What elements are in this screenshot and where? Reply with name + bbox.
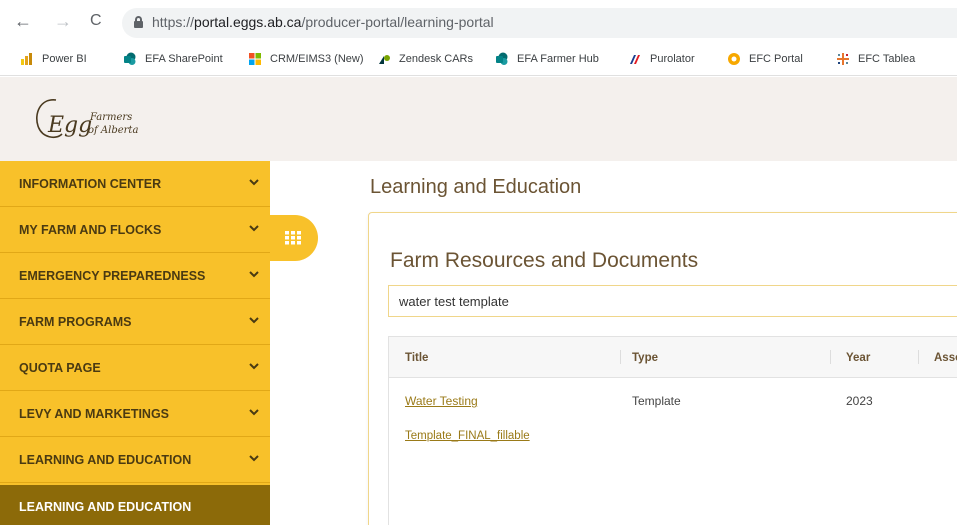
sidebar-item-label: QUOTA PAGE	[19, 361, 101, 375]
row-year: 2023	[846, 394, 873, 408]
card-title: Farm Resources and Documents	[390, 249, 699, 272]
tableau-icon	[837, 53, 849, 65]
chevron-down-icon	[249, 363, 259, 370]
sharepoint-icon	[496, 52, 508, 65]
search-input[interactable]	[388, 285, 957, 317]
column-separator	[620, 350, 621, 364]
chevron-down-icon	[249, 317, 259, 324]
url-text: https://portal.eggs.ab.ca/producer-porta…	[152, 14, 494, 30]
chevron-down-icon	[249, 225, 259, 232]
sharepoint-icon	[124, 52, 136, 65]
row-title-link[interactable]: Water Testing	[405, 394, 478, 408]
logo-text-line1: Farmers	[89, 112, 132, 123]
sidebar-item-label: LEARNING AND EDUCATION	[19, 453, 192, 467]
lock-icon	[134, 16, 143, 28]
forward-arrow-icon[interactable]: →	[54, 12, 72, 30]
power-bi-icon	[21, 53, 32, 65]
sidebar-item-label: INFORMATION CENTER	[19, 177, 162, 191]
row-title-link[interactable]: Template_FINAL_fillable	[405, 430, 530, 442]
bookmark-efc-tableau[interactable]: EFC Tablea	[836, 52, 915, 66]
bookmark-efa-farmer-hub[interactable]: EFA Farmer Hub	[495, 52, 599, 66]
bookmark-efc-portal[interactable]: EFC Portal	[727, 52, 803, 66]
page-title: Learning and Education	[370, 176, 582, 198]
bookmark-zendesk-cars[interactable]: Zendesk CARs	[377, 52, 473, 66]
logo-text-line2: of Alberta	[88, 125, 138, 136]
efc-portal-icon	[728, 53, 740, 65]
egg-farmers-logo[interactable]: Egg Farmers of Alberta	[30, 94, 170, 144]
grid-menu-toggle[interactable]	[270, 215, 318, 261]
url-bar[interactable]: https://portal.eggs.ab.ca/producer-porta…	[122, 8, 957, 38]
sidebar-item-emergency-preparedness[interactable]: EMERGENCY PREPAREDNESS	[0, 253, 270, 299]
bookmark-power-bi[interactable]: Power BI	[20, 52, 87, 66]
chevron-down-icon	[249, 179, 259, 186]
column-header-association[interactable]: Asso	[934, 352, 957, 364]
chevron-down-icon	[249, 409, 259, 416]
sidebar-item-my-farm-and-flocks[interactable]: MY FARM AND FLOCKS	[0, 207, 270, 253]
sidebar-item-label: LEVY AND MARKETINGS	[19, 407, 170, 421]
column-separator	[830, 350, 831, 364]
microsoft-icon	[249, 53, 261, 65]
column-header-type[interactable]: Type	[632, 352, 658, 364]
row-type: Template	[632, 394, 681, 408]
bookmarks-bar: Power BI EFA SharePoint CRM/EIMS3 (New) …	[0, 44, 957, 76]
purolator-icon	[630, 55, 640, 64]
browser-address-bar: ← → C https://portal.eggs.ab.ca/producer…	[0, 0, 957, 44]
portal-header: Egg Farmers of Alberta	[0, 77, 957, 161]
bookmark-efa-sharepoint[interactable]: EFA SharePoint	[123, 52, 223, 66]
bookmark-crm-eims3[interactable]: CRM/EIMS3 (New)	[248, 52, 364, 66]
sidebar-item-information-center[interactable]: INFORMATION CENTER	[0, 161, 270, 207]
sidebar-subitem-learning-and-education-active[interactable]: LEARNING AND EDUCATION	[0, 485, 270, 525]
sidebar-item-label: LEARNING AND EDUCATION	[19, 500, 192, 514]
back-arrow-icon[interactable]: ←	[14, 12, 32, 30]
sidebar-item-label: EMERGENCY PREPAREDNESS	[19, 269, 206, 283]
table-header	[389, 337, 957, 378]
zendesk-icon	[379, 55, 390, 64]
bookmark-purolator[interactable]: Purolator	[628, 52, 695, 66]
sidebar-item-quota-page[interactable]: QUOTA PAGE	[0, 345, 270, 391]
reload-icon[interactable]: C	[90, 12, 102, 30]
column-header-title[interactable]: Title	[405, 352, 428, 364]
sidebar-item-label: MY FARM AND FLOCKS	[19, 223, 162, 237]
sidebar-item-levy-and-marketings[interactable]: LEVY AND MARKETINGS	[0, 391, 270, 437]
chevron-down-icon	[249, 271, 259, 278]
grid-icon	[285, 231, 301, 245]
column-header-year[interactable]: Year	[846, 352, 870, 364]
sidebar-item-label: FARM PROGRAMS	[19, 315, 132, 329]
sidebar-item-learning-and-education[interactable]: LEARNING AND EDUCATION	[0, 437, 270, 483]
column-separator	[918, 350, 919, 364]
sidebar-item-farm-programs[interactable]: FARM PROGRAMS	[0, 299, 270, 345]
logo-text-main: Egg	[47, 113, 92, 138]
chevron-down-icon	[249, 455, 259, 462]
